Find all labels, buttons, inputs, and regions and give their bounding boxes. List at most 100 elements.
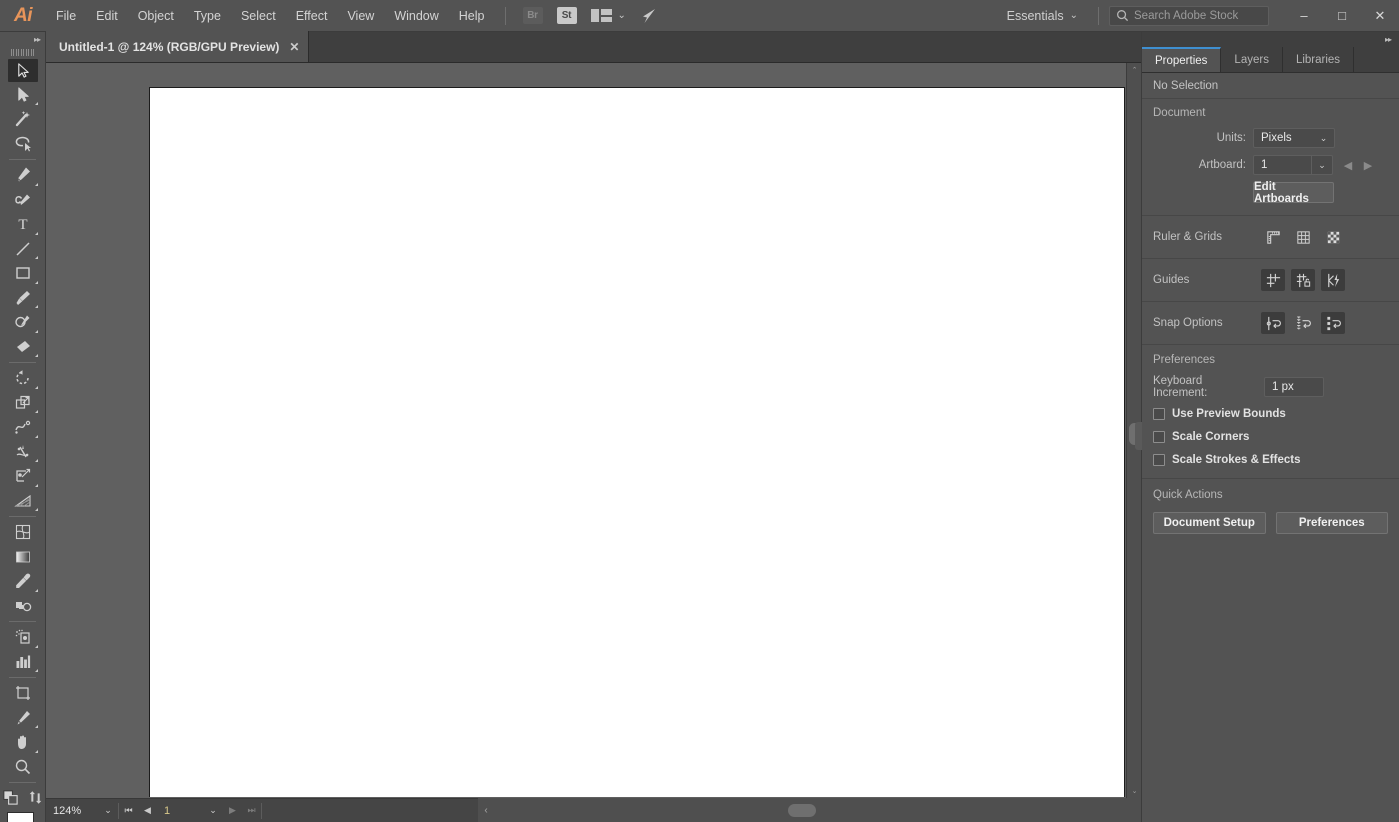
edit-artboards-button[interactable]: Edit Artboards (1253, 181, 1334, 205)
artboard[interactable] (149, 87, 1125, 797)
tool-magic-wand[interactable] (0, 107, 46, 132)
tool-symbol-sprayer[interactable] (0, 625, 46, 650)
window-close-button[interactable]: ✕ (1361, 3, 1399, 29)
snap-to-pixel-button[interactable] (1321, 312, 1345, 334)
menu-file[interactable]: File (46, 0, 86, 32)
panel-resize-handle[interactable] (1135, 422, 1142, 450)
artboard-dropdown-button[interactable]: ⌄ (1311, 155, 1333, 175)
toolbar-drag-handle[interactable] (0, 46, 45, 58)
artboard-number-input[interactable]: 1 (157, 801, 203, 820)
artboard-next-button[interactable]: ▶ (1358, 155, 1378, 175)
tool-pen[interactable] (0, 163, 46, 188)
tool-type[interactable]: T (0, 212, 46, 237)
search-adobe-stock[interactable]: Search Adobe Stock (1109, 5, 1269, 26)
document-tab[interactable]: Untitled-1 @ 124% (RGB/GPU Preview) ✕ (46, 31, 310, 62)
tool-scale[interactable] (0, 391, 46, 416)
bridge-button[interactable]: Br (516, 0, 550, 32)
show-guides-button[interactable] (1261, 269, 1285, 291)
lock-guides-button[interactable] (1291, 269, 1315, 291)
show-rulers-button[interactable] (1261, 226, 1285, 248)
window-maximize-button[interactable]: □ (1323, 3, 1361, 29)
menu-type[interactable]: Type (184, 0, 231, 32)
document-setup-button[interactable]: Document Setup (1153, 512, 1266, 534)
tool-zoom[interactable] (0, 755, 46, 780)
preferences-button[interactable]: Preferences (1275, 512, 1388, 534)
show-transparency-grid-button[interactable] (1321, 226, 1345, 248)
tool-free-transform[interactable] (0, 440, 46, 465)
panel-collapse-button[interactable]: ▸▸ (1142, 32, 1399, 47)
workspace-switcher[interactable]: Essentials ⌄ (997, 0, 1088, 32)
smart-guides-button[interactable] (1321, 269, 1345, 291)
swap-fill-stroke-icon[interactable] (28, 790, 43, 805)
units-select[interactable]: Pixels ⌄ (1253, 128, 1335, 148)
scale-corners-checkbox[interactable] (1153, 431, 1165, 443)
scale-strokes-effects-row[interactable]: Scale Strokes & Effects (1153, 454, 1388, 466)
tool-direct-selection[interactable] (0, 83, 46, 108)
artboard-prev-button[interactable]: ◀ (1338, 155, 1358, 175)
scroll-up-icon[interactable]: ⌃ (1127, 63, 1142, 77)
scroll-left-icon[interactable]: ‹ (478, 805, 494, 816)
tool-rotate[interactable] (0, 366, 46, 391)
zoom-dropdown-icon[interactable]: ⌄ (98, 801, 118, 820)
artboard-dropdown-icon[interactable]: ⌄ (203, 801, 223, 820)
toolbar-collapse-button[interactable]: ▸▸ (0, 32, 45, 46)
tool-selection[interactable] (0, 58, 46, 83)
tool-eyedropper[interactable] (0, 569, 46, 594)
tool-shape-builder[interactable] (0, 464, 46, 489)
next-artboard-button[interactable]: ▶ (223, 801, 242, 820)
tool-curvature[interactable] (0, 188, 46, 213)
tool-mesh[interactable] (0, 520, 46, 545)
menu-object[interactable]: Object (128, 0, 184, 32)
snap-to-grid-button[interactable] (1291, 312, 1315, 334)
tool-lasso[interactable] (0, 132, 46, 157)
show-grid-button[interactable] (1291, 226, 1315, 248)
tool-line-segment[interactable] (0, 237, 46, 262)
canvas-area[interactable] (46, 63, 1141, 798)
tool-perspective-grid[interactable] (0, 489, 46, 514)
horizontal-scrollbar[interactable]: ‹ › (478, 798, 1141, 822)
tool-artboard[interactable] (0, 681, 46, 706)
tool-eraser[interactable] (0, 335, 46, 360)
search-input[interactable]: Search Adobe Stock (1134, 10, 1238, 22)
close-icon[interactable]: ✕ (289, 40, 299, 54)
tab-libraries[interactable]: Libraries (1283, 47, 1355, 72)
scale-strokes-effects-checkbox[interactable] (1153, 454, 1165, 466)
use-preview-bounds-checkbox[interactable] (1153, 408, 1165, 420)
tool-rectangle[interactable] (0, 261, 46, 286)
menu-help[interactable]: Help (449, 0, 495, 32)
menu-edit[interactable]: Edit (86, 0, 128, 32)
default-fill-stroke-icon[interactable] (2, 789, 19, 806)
scroll-down-icon[interactable]: ⌄ (1127, 784, 1142, 798)
quick-actions-buttons: Document Setup Preferences (1153, 512, 1388, 534)
adobe-go-button[interactable] (633, 0, 665, 32)
menu-effect[interactable]: Effect (286, 0, 338, 32)
zoom-level-input[interactable]: 124% (46, 801, 98, 820)
stock-button[interactable]: St (550, 0, 584, 32)
keyboard-increment-input[interactable]: 1 px (1264, 377, 1324, 397)
last-artboard-button[interactable]: ⏭ (242, 801, 261, 820)
tool-width[interactable] (0, 415, 46, 440)
tool-hand[interactable] (0, 730, 46, 755)
arrange-documents-button[interactable]: ⌄ (584, 0, 633, 32)
menu-select[interactable]: Select (231, 0, 286, 32)
horizontal-scrollbar-thumb[interactable] (788, 804, 816, 817)
fill-swatch[interactable] (7, 812, 34, 822)
first-artboard-button[interactable]: ⏮ (119, 801, 138, 820)
tool-gradient[interactable] (0, 545, 46, 570)
menu-window[interactable]: Window (384, 0, 448, 32)
tool-slice[interactable] (0, 706, 46, 731)
tool-column-graph[interactable] (0, 650, 46, 675)
menu-view[interactable]: View (337, 0, 384, 32)
tool-shaper[interactable] (0, 310, 46, 335)
snap-to-point-button[interactable] (1261, 312, 1285, 334)
tab-layers[interactable]: Layers (1221, 47, 1283, 72)
window-minimize-button[interactable]: – (1285, 3, 1323, 29)
artboard-input[interactable]: 1 ⌄ (1253, 155, 1333, 175)
scale-corners-row[interactable]: Scale Corners (1153, 431, 1388, 443)
tool-blend[interactable] (0, 594, 46, 619)
previous-artboard-button[interactable]: ◀ (138, 801, 157, 820)
horizontal-scrollbar-track[interactable] (494, 798, 1125, 822)
tab-properties[interactable]: Properties (1142, 47, 1222, 72)
tool-paintbrush[interactable] (0, 286, 46, 311)
use-preview-bounds-row[interactable]: Use Preview Bounds (1153, 408, 1388, 420)
